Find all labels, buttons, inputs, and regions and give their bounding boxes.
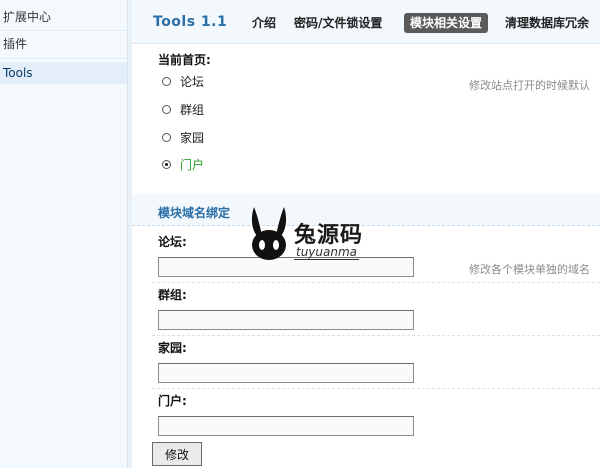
- row-divider: [152, 388, 600, 389]
- sidebar-item-extension-center[interactable]: 扩展中心: [0, 6, 127, 28]
- tab-module-settings[interactable]: 模块相关设置: [404, 13, 489, 33]
- domain-input-portal[interactable]: [158, 416, 414, 436]
- domain-hint: 修改各个模块单独的域名: [469, 263, 590, 276]
- sidebar: 扩展中心 插件 Tools: [0, 0, 128, 468]
- domain-input-group[interactable]: [158, 310, 414, 330]
- homepage-label: 当前首页:: [158, 53, 211, 67]
- sidebar-item-plugins[interactable]: 插件: [0, 33, 127, 55]
- field-label-forum: 论坛:: [158, 235, 187, 249]
- field-label-home: 家园:: [158, 341, 187, 355]
- section-title: 模块域名绑定: [158, 206, 231, 220]
- page-title: Tools 1.1: [153, 14, 228, 30]
- homepage-hint: 修改站点打开的时候默认: [469, 79, 590, 92]
- row-divider: [152, 282, 600, 283]
- rabbit-logo-icon: [251, 207, 287, 260]
- watermark-logo: 兔源码 tuyuanma: [246, 205, 376, 265]
- sidebar-item-tools[interactable]: Tools: [0, 62, 127, 84]
- tab-password-lock-settings[interactable]: 密码/文件锁设置: [294, 13, 382, 33]
- sidebar-divider: [0, 30, 127, 31]
- domain-input-home[interactable]: [158, 363, 414, 383]
- tab-clean-database[interactable]: 清理数据库冗余: [505, 13, 589, 33]
- radio-label: 家园: [180, 131, 205, 145]
- radio-button-checked[interactable]: [162, 160, 171, 169]
- submit-button[interactable]: 修改: [152, 442, 202, 466]
- radio-label: 门户: [180, 158, 205, 172]
- radio-button[interactable]: [162, 77, 171, 86]
- row-divider: [152, 335, 600, 336]
- tab-intro[interactable]: 介绍: [252, 13, 276, 33]
- watermark-subtext: tuyuanma: [294, 245, 360, 260]
- radio-label: 群组: [180, 103, 205, 117]
- radio-button[interactable]: [162, 105, 171, 114]
- sidebar-divider: [0, 58, 127, 59]
- radio-button[interactable]: [162, 133, 171, 142]
- field-label-group: 群组:: [158, 288, 187, 302]
- page-header: Tools 1.1 介绍 密码/文件锁设置 模块相关设置 清理数据库冗余: [132, 0, 600, 44]
- field-label-portal: 门户:: [158, 394, 187, 408]
- radio-label: 论坛: [180, 75, 205, 89]
